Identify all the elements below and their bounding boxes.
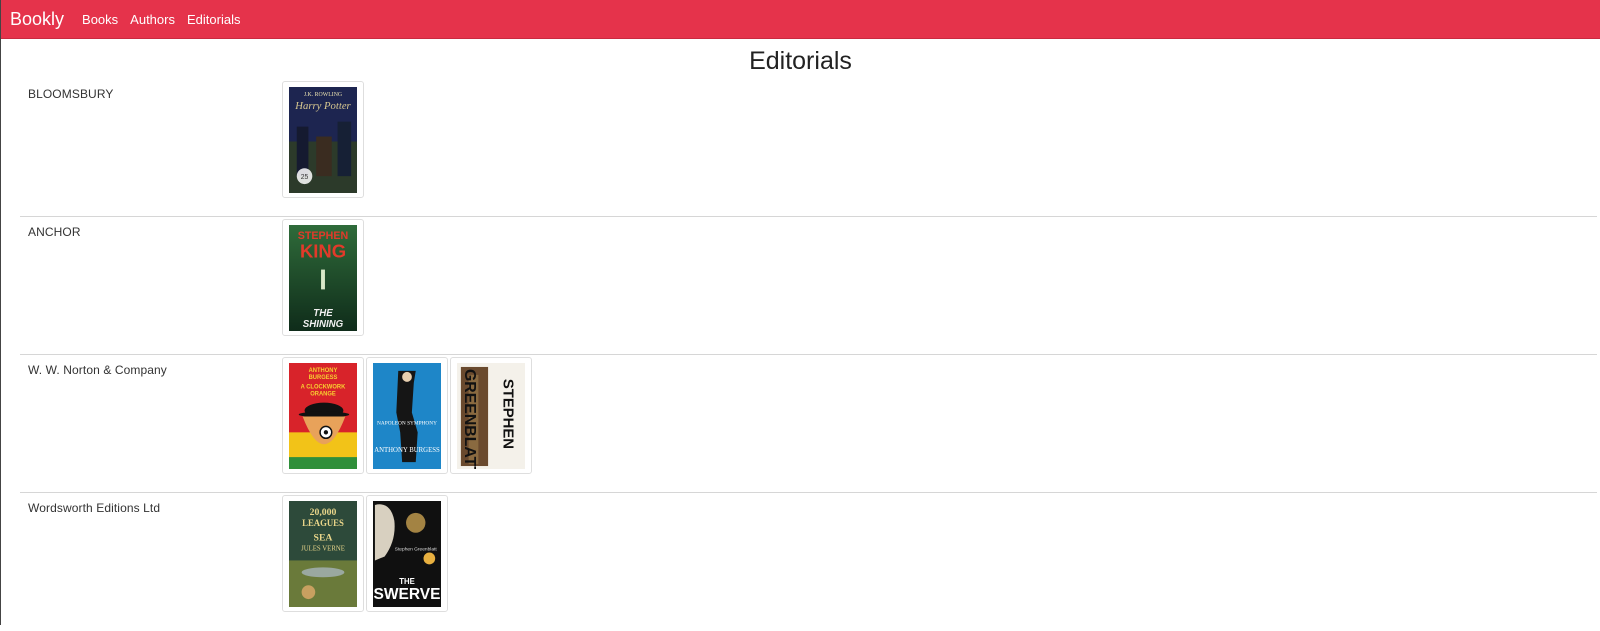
svg-text:JULES VERNE: JULES VERNE	[301, 545, 345, 552]
svg-text:ANTHONY: ANTHONY	[309, 368, 338, 374]
book-thumbnail[interactable]: Stephen Greenblatt THE SWERVE	[366, 495, 448, 612]
svg-text:STEPHEN: STEPHEN	[500, 379, 516, 449]
book-thumbnail[interactable]: STEPHEN KING THE SHINING	[282, 219, 364, 336]
svg-text:25: 25	[301, 174, 309, 181]
svg-text:ORANGE: ORANGE	[310, 392, 336, 398]
book-covers: 20,000 LEAGUES SEA JULES VERNE Stephen G…	[282, 495, 450, 631]
book-thumbnail[interactable]: J.K. ROWLING Harry Potter 25	[282, 81, 364, 198]
svg-text:GREENBLATT: GREENBLATT	[461, 369, 478, 469]
the-swerve-cover: Stephen Greenblatt THE SWERVE	[373, 501, 441, 607]
svg-text:SHINING: SHINING	[303, 319, 344, 330]
twenty-thousand-leagues-cover: 20,000 LEAGUES SEA JULES VERNE	[289, 501, 357, 607]
svg-text:BURGESS: BURGESS	[309, 375, 338, 381]
svg-text:KING: KING	[300, 241, 346, 262]
book-covers: ANTHONY BURGESS A CLOCKWORK ORANGE NAPOL…	[282, 357, 534, 492]
svg-text:Stephen Greenblatt: Stephen Greenblatt	[395, 546, 438, 552]
svg-text:NAPOLEON SYMPHONY: NAPOLEON SYMPHONY	[377, 420, 437, 426]
nav-link-editorials[interactable]: Editorials	[187, 12, 240, 27]
editorials-list: BLOOMSBURY J.K. ROWLING Harry Potter 25	[1, 79, 1600, 631]
harry-potter-cover: J.K. ROWLING Harry Potter 25	[289, 87, 357, 193]
svg-text:LEAGUES: LEAGUES	[302, 518, 344, 528]
the-shining-cover: STEPHEN KING THE SHINING	[289, 225, 357, 331]
napoleon-symphony-cover: NAPOLEON SYMPHONY ANTHONY BURGESS	[373, 363, 441, 469]
editorial-row: ANCHOR STEPHEN KING THE SHINING	[20, 217, 1597, 355]
book-thumbnail[interactable]: ANTHONY BURGESS A CLOCKWORK ORANGE	[282, 357, 364, 474]
greenblatt-cover: GREENBLATT STEPHEN	[457, 363, 525, 469]
svg-text:THE: THE	[313, 308, 333, 319]
editorial-name: ANCHOR	[28, 225, 81, 239]
svg-text:SWERVE: SWERVE	[373, 586, 440, 603]
editorial-row: BLOOMSBURY J.K. ROWLING Harry Potter 25	[20, 79, 1597, 217]
brand-link[interactable]: Bookly	[10, 9, 64, 30]
svg-text:20,000: 20,000	[310, 507, 337, 518]
page-title: Editorials	[749, 47, 852, 75]
editorial-name: BLOOMSBURY	[28, 87, 114, 101]
clockwork-orange-cover: ANTHONY BURGESS A CLOCKWORK ORANGE	[289, 363, 357, 469]
navbar: Bookly Books Authors Editorials	[1, 0, 1600, 39]
editorial-name: Wordsworth Editions Ltd	[28, 501, 161, 515]
svg-text:Harry Potter: Harry Potter	[294, 100, 351, 112]
svg-text:ANTHONY BURGESS: ANTHONY BURGESS	[374, 447, 440, 454]
book-thumbnail[interactable]: GREENBLATT STEPHEN	[450, 357, 532, 474]
editorial-row: W. W. Norton & Company ANTHONY BURGESS A…	[20, 355, 1597, 493]
svg-text:A CLOCKWORK: A CLOCKWORK	[301, 385, 346, 391]
book-covers: J.K. ROWLING Harry Potter 25	[282, 81, 366, 216]
book-covers: STEPHEN KING THE SHINING	[282, 219, 366, 354]
editorial-row: Wordsworth Editions Ltd 20,000 LEAGUES S…	[20, 493, 1597, 631]
editorial-name: W. W. Norton & Company	[28, 363, 167, 377]
svg-text:SEA: SEA	[314, 533, 333, 544]
svg-text:THE: THE	[399, 577, 415, 586]
svg-text:J.K. ROWLING: J.K. ROWLING	[304, 92, 343, 98]
nav-link-authors[interactable]: Authors	[130, 12, 175, 27]
nav-link-books[interactable]: Books	[82, 12, 118, 27]
book-thumbnail[interactable]: 20,000 LEAGUES SEA JULES VERNE	[282, 495, 364, 612]
book-thumbnail[interactable]: NAPOLEON SYMPHONY ANTHONY BURGESS	[366, 357, 448, 474]
